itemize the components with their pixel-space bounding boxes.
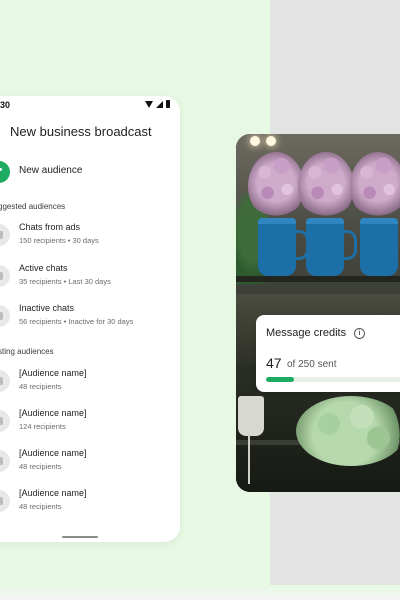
phone-screen: 30 New business broadcast New audience g…	[0, 96, 180, 542]
credits-title: Message credits	[266, 327, 347, 339]
audience-subtitle: 35 recipients • Last 30 days	[19, 277, 111, 286]
audience-row-inactive-chats[interactable]: Inactive chats 56 recipients • Inactive …	[0, 301, 180, 331]
audience-subtitle: 48 recipients	[19, 382, 62, 391]
audience-subtitle: 124 recipients	[19, 422, 66, 431]
megaphone-icon	[0, 224, 10, 246]
audience-subtitle: 48 recipients	[19, 462, 62, 471]
tag-icon	[0, 490, 10, 512]
credits-progress-bar	[266, 377, 400, 382]
audience-title: [Audience name]	[19, 448, 87, 458]
suggested-audiences-heading: ggested audiences	[0, 202, 66, 211]
new-audience-button[interactable]: New audience	[0, 159, 180, 185]
audience-title: [Audience name]	[19, 408, 87, 418]
audience-title: Active chats	[19, 263, 68, 273]
audience-title: Inactive chats	[19, 303, 75, 313]
message-credits-card: Message credits i 47 of 250 sent	[256, 315, 400, 392]
tag-icon	[0, 410, 10, 432]
chat-icon	[0, 265, 10, 287]
audience-row[interactable]: [Audience name] 48 recipients	[0, 486, 180, 516]
audience-row-active-chats[interactable]: Active chats 35 recipients • Last 30 day…	[0, 261, 180, 291]
status-icons	[145, 100, 170, 108]
credits-progress-fill	[266, 377, 295, 382]
info-icon[interactable]: i	[354, 328, 365, 339]
flower-shelf-photo	[236, 134, 400, 492]
existing-audiences-heading: sting audiences	[0, 347, 54, 356]
audience-row[interactable]: [Audience name] 48 recipients	[0, 446, 180, 476]
credits-total-label: of 250 sent	[287, 359, 337, 370]
chat-icon	[0, 305, 10, 327]
audience-title: Chats from ads	[19, 222, 81, 232]
new-audience-label: New audience	[19, 165, 83, 176]
home-indicator	[62, 536, 98, 538]
audience-title: [Audience name]	[19, 488, 87, 498]
audience-row-chats-from-ads[interactable]: Chats from ads 150 recipients • 30 days	[0, 220, 180, 250]
audience-subtitle: 48 recipients	[19, 502, 62, 511]
tag-icon	[0, 370, 10, 392]
audience-subtitle: 150 recipients • 30 days	[19, 236, 99, 245]
page-title: New business broadcast	[10, 124, 152, 139]
wifi-icon	[145, 100, 153, 108]
tag-icon	[0, 450, 10, 472]
audience-row[interactable]: [Audience name] 124 recipients	[0, 406, 180, 436]
status-time: 30	[0, 100, 11, 110]
audience-title: [Audience name]	[19, 368, 87, 378]
group-add-icon	[0, 161, 10, 183]
battery-icon	[166, 100, 170, 108]
signal-icon	[156, 100, 163, 108]
credits-sent-count: 47	[266, 355, 282, 371]
bottom-shadow	[0, 585, 400, 600]
audience-subtitle: 56 recipients • Inactive for 30 days	[19, 317, 134, 326]
audience-row[interactable]: [Audience name] 48 recipients	[0, 366, 180, 396]
